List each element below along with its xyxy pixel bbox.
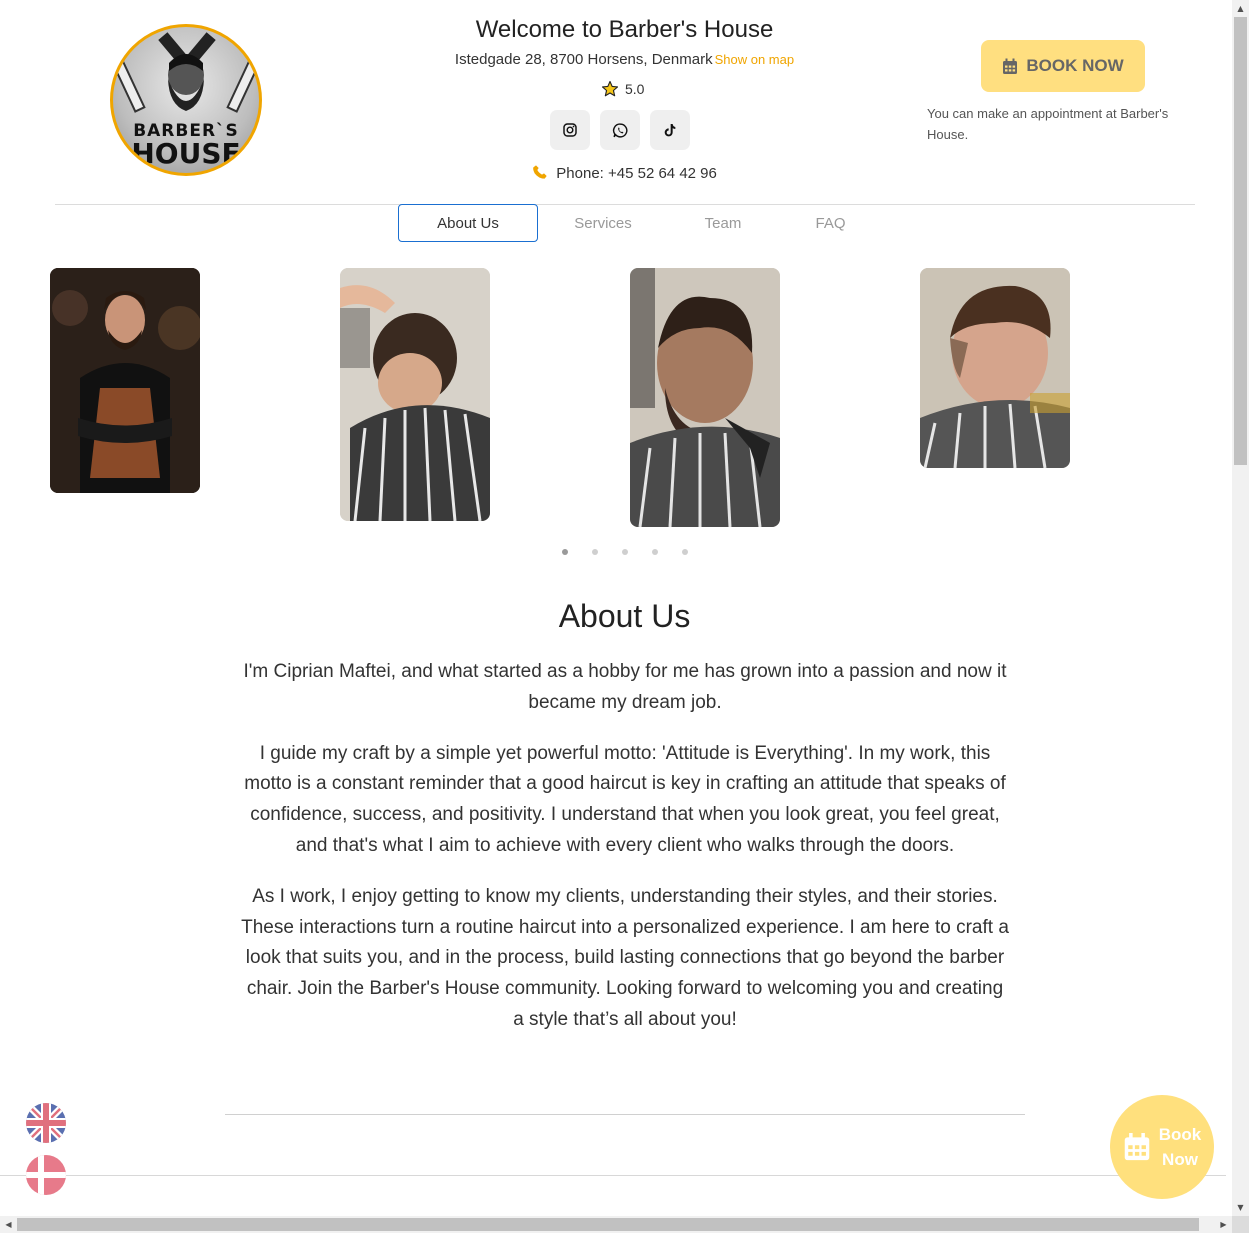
tab-services[interactable]: Services [538, 204, 668, 242]
about-paragraph-2: I guide my craft by a simple yet powerfu… [244, 742, 1006, 856]
page: BARBER`S HOUSE Welcome to Barber's House… [0, 0, 1232, 1216]
about-paragraph-3: As I work, I enjoy getting to know my cl… [241, 885, 1009, 1030]
floating-book-line2: Now [1162, 1150, 1198, 1169]
tiktok-icon [664, 124, 676, 137]
calendar-icon [1003, 58, 1018, 74]
tab-bar: About Us Services Team FAQ [398, 204, 883, 242]
about-body: I'm Ciprian Maftei, and what started as … [240, 657, 1010, 1056]
tiktok-button[interactable] [650, 110, 690, 150]
whatsapp-icon [612, 122, 628, 138]
book-now-button[interactable]: BOOK NOW [981, 40, 1145, 92]
scroll-down-arrow-icon[interactable]: ▼ [1232, 1199, 1249, 1216]
footer-divider [0, 1175, 1226, 1176]
gallery-photo-fade-haircut[interactable] [630, 268, 780, 527]
about-heading: About Us [558, 598, 691, 634]
rating: 5.0 [601, 80, 644, 98]
whatsapp-button[interactable] [600, 110, 640, 150]
carousel-dot-5[interactable] [682, 549, 688, 555]
danish-flag-language-button[interactable] [26, 1155, 66, 1195]
tab-team[interactable]: Team [668, 204, 778, 242]
floating-book-line1: Book [1158, 1125, 1202, 1144]
scroll-right-arrow-icon[interactable]: ▶ [1215, 1216, 1232, 1233]
phone-text: Phone: +45 52 64 42 96 [556, 165, 717, 182]
danish-flag-icon [26, 1155, 66, 1195]
horizontal-scroll-thumb[interactable] [17, 1218, 1199, 1231]
floating-book-now-button[interactable]: Book Now [1110, 1095, 1214, 1199]
show-on-map-link[interactable]: Show on map [715, 52, 795, 67]
carousel-dot-1[interactable] [562, 549, 568, 555]
uk-flag-language-button[interactable] [26, 1103, 66, 1143]
booking-note: You can make an appointment at Barber's … [927, 106, 1169, 142]
section-divider [225, 1114, 1025, 1115]
calendar-icon [1124, 1133, 1149, 1161]
logo[interactable]: BARBER`S HOUSE [110, 24, 262, 176]
instagram-button[interactable] [550, 110, 590, 150]
gallery-photo-side-fade[interactable] [920, 268, 1070, 468]
tab-faq[interactable]: FAQ [778, 204, 883, 242]
scroll-left-arrow-icon[interactable]: ◀ [0, 1216, 17, 1233]
vertical-scroll-thumb[interactable] [1234, 17, 1247, 465]
carousel-dot-4[interactable] [652, 549, 658, 555]
gallery-photo-kids-haircut[interactable] [340, 268, 490, 521]
tab-about-us[interactable]: About Us [398, 204, 538, 242]
scrollbar-corner [1232, 1216, 1249, 1233]
about-paragraph-1: I'm Ciprian Maftei, and what started as … [243, 661, 1007, 713]
book-now-label: BOOK NOW [1026, 56, 1124, 75]
phone[interactable]: Phone: +45 52 64 42 96 [0, 164, 1232, 182]
carousel-dots [562, 549, 688, 555]
address-text: Istedgade 28, 8700 Horsens, Denmark [454, 51, 713, 68]
gallery-photo-barber[interactable] [50, 268, 200, 493]
rating-value: 5.0 [625, 81, 645, 97]
star-icon [601, 80, 619, 97]
scroll-up-arrow-icon[interactable]: ▲ [1232, 0, 1249, 17]
floating-book-label: Book Now [1159, 1122, 1202, 1172]
carousel-dot-3[interactable] [622, 549, 628, 555]
phone-icon [532, 165, 552, 182]
horizontal-scrollbar[interactable]: ◀ ▶ [0, 1216, 1232, 1233]
uk-flag-icon [26, 1103, 66, 1143]
social-links [550, 110, 690, 150]
instagram-icon [563, 123, 577, 137]
vertical-scrollbar[interactable]: ▲ ▼ [1232, 0, 1249, 1216]
carousel-dot-2[interactable] [592, 549, 598, 555]
